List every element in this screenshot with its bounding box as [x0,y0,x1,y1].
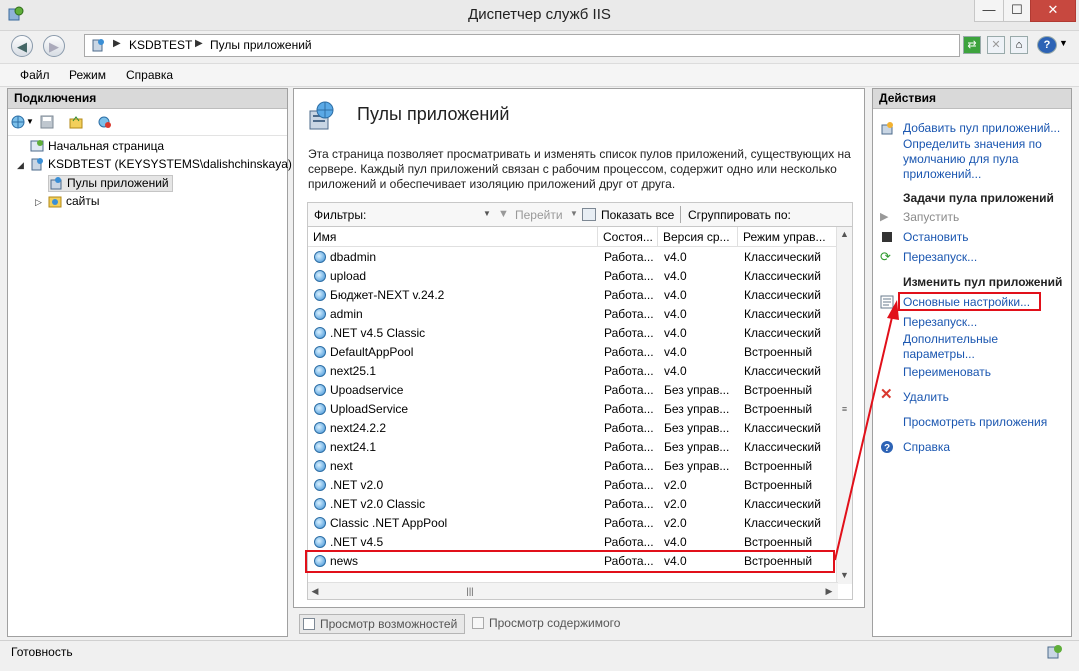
connection-status-icon [1046,643,1064,661]
annotation-arrow [834,300,899,561]
status-bar: Готовность [0,640,1079,671]
status-text: Готовность [11,645,73,659]
